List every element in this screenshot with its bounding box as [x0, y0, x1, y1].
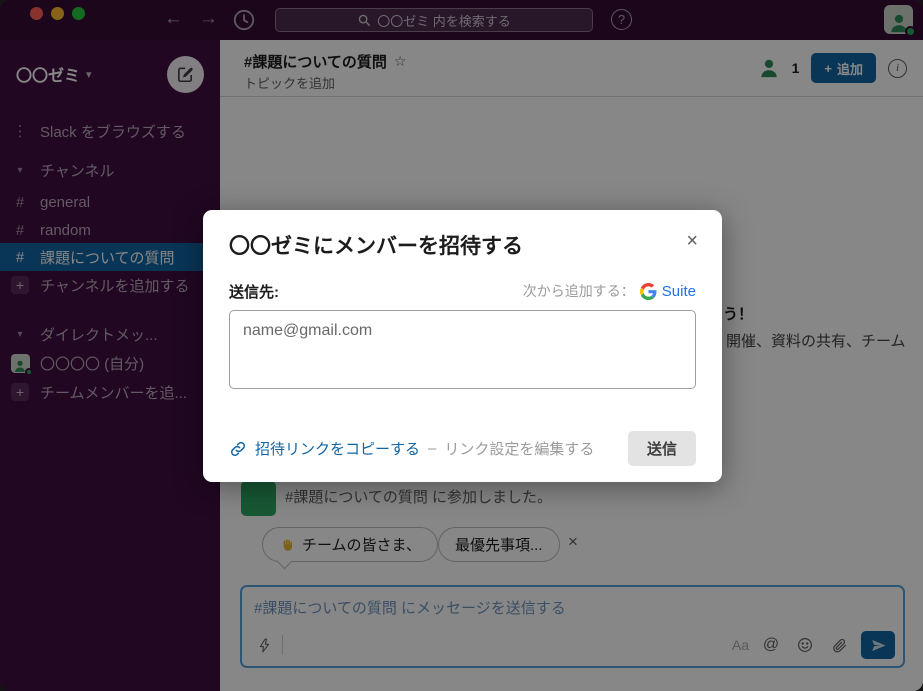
copy-invite-link[interactable]: 招待リンクをコピーする — [255, 438, 420, 459]
slack-window: ← → 〇〇ゼミ 内を検索する ? 〇〇ゼミ ▾ ⋮ Slack をブラウズする — [0, 0, 923, 691]
separator: – — [428, 440, 436, 457]
add-from-label: 次から追加する： — [523, 281, 635, 301]
modal-title: 〇〇ゼミにメンバーを招待する — [229, 235, 523, 258]
link-chain-icon — [229, 440, 247, 458]
send-invite-button[interactable]: 送信 — [628, 431, 696, 466]
google-g-icon — [640, 283, 657, 300]
gsuite-link[interactable]: Suite — [662, 283, 696, 300]
recipient-label: 送信先: — [229, 281, 279, 302]
edit-link-settings[interactable]: リンク設定を編集する — [444, 438, 594, 459]
invite-members-modal: 〇〇ゼミにメンバーを招待する × 送信先: 次から追加する： Suite 招待リ… — [203, 210, 722, 482]
close-icon[interactable]: × — [686, 231, 698, 251]
invite-email-input[interactable] — [229, 310, 696, 389]
